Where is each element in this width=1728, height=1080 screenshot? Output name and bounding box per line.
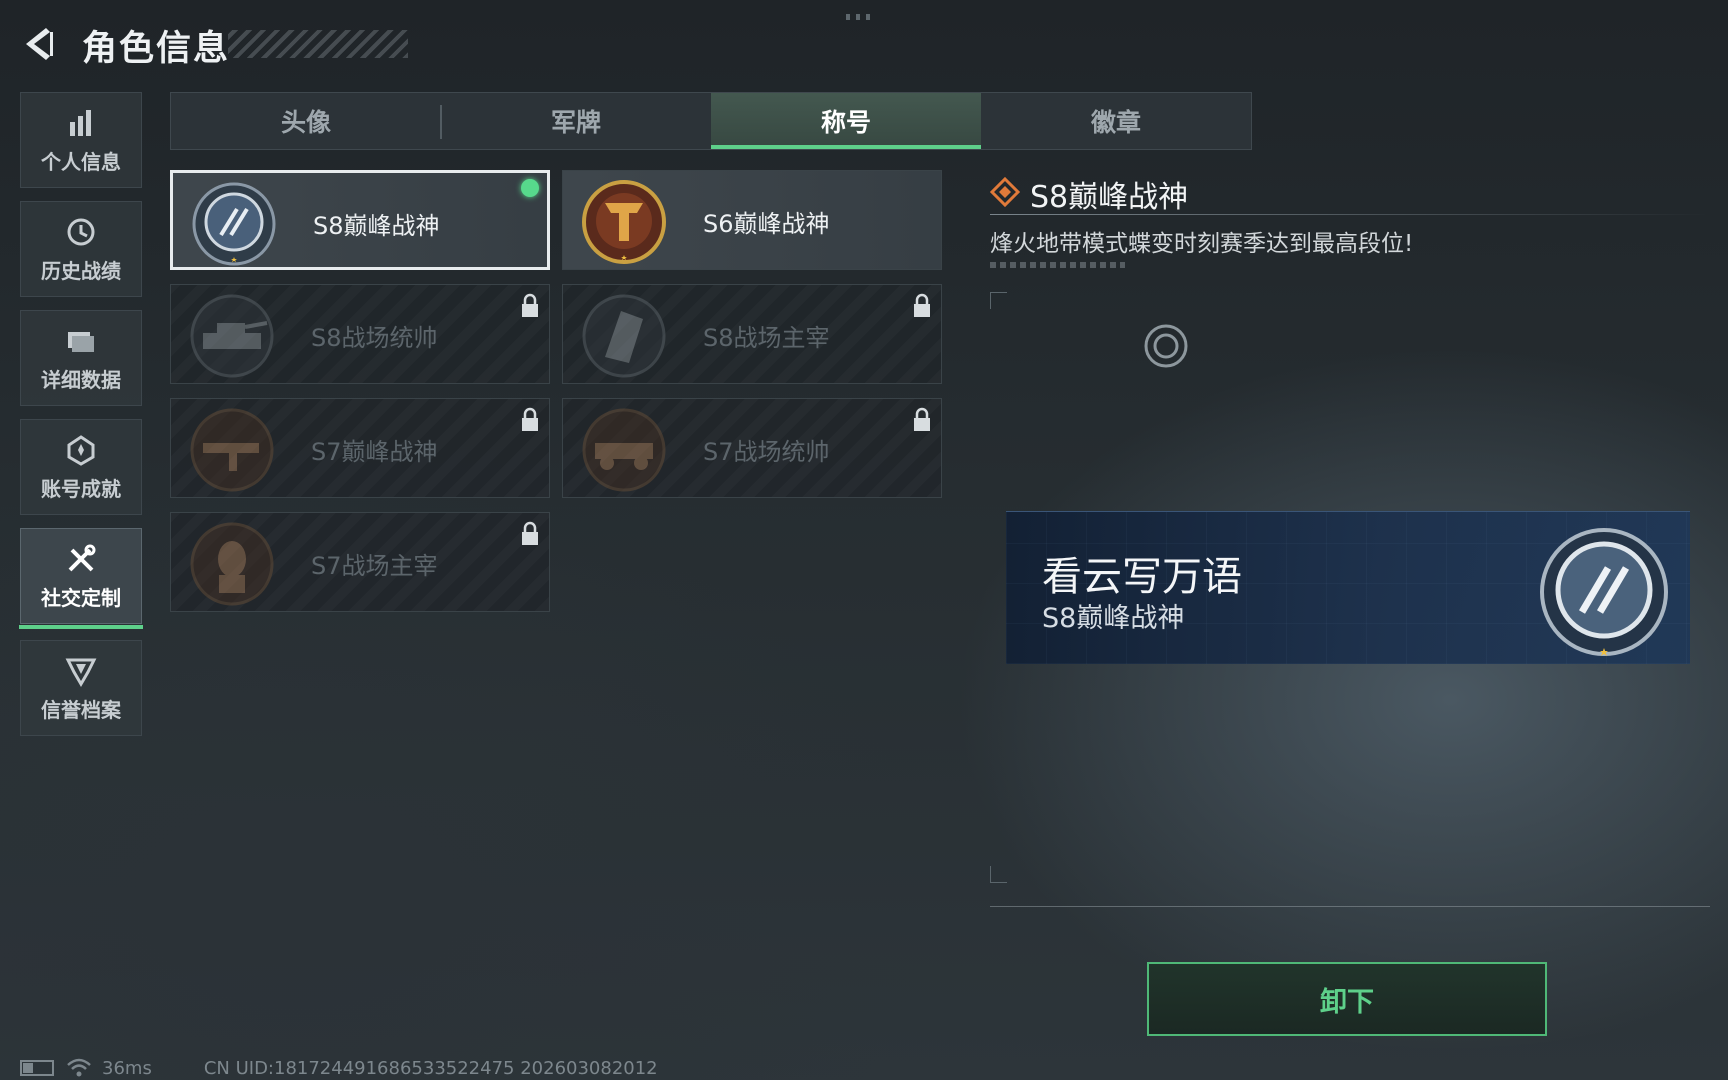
nav-item-credit-file[interactable]: 信誉档案	[20, 640, 142, 736]
bar-chart-icon	[70, 109, 91, 136]
folder-icon	[68, 331, 94, 352]
panel-divider	[990, 906, 1710, 907]
title-card[interactable]: S8巅峰战神	[170, 170, 550, 270]
building-badge-icon	[582, 294, 666, 378]
frame-corner	[990, 866, 1007, 883]
title-name: S8战场主宰	[703, 324, 830, 352]
nav-label: 信誉档案	[41, 697, 121, 722]
detail-divider	[990, 214, 1710, 215]
header-decoration	[228, 30, 408, 58]
soldier-badge-icon	[190, 522, 274, 606]
title-card[interactable]: S6巅峰战神	[562, 170, 942, 270]
title-name: S8巅峰战神	[313, 212, 440, 240]
page-title: 角色信息	[82, 29, 231, 69]
lock-icon	[522, 521, 538, 545]
nav-item-history[interactable]: 历史战绩	[20, 201, 142, 297]
title-card[interactable]: S7巅峰战神	[170, 398, 550, 498]
s8-peak-badge-icon	[1540, 528, 1668, 656]
nav-label: 历史战绩	[41, 258, 121, 283]
battery-icon	[20, 1060, 54, 1076]
frame-corner	[990, 292, 1007, 309]
history-clock-icon	[67, 218, 95, 245]
title-name: S6巅峰战神	[703, 210, 830, 238]
top-dots-decoration	[846, 14, 876, 20]
medal-icon	[67, 434, 95, 466]
nav-item-personal-info[interactable]: 个人信息	[20, 92, 142, 188]
shield-emblem-icon	[65, 658, 97, 687]
title-name: S7战场主宰	[311, 552, 438, 580]
tab-title[interactable]: 称号	[711, 93, 981, 149]
nav-label: 个人信息	[41, 149, 121, 174]
tab-badge[interactable]: 徽章	[981, 93, 1251, 149]
nav-label: 社交定制	[41, 585, 121, 610]
lock-icon	[914, 407, 930, 431]
target-icon	[1144, 324, 1188, 368]
nav-label: 账号成就	[41, 476, 121, 501]
nav-item-detailed-data[interactable]: 详细数据	[20, 310, 142, 406]
preview-title: S8巅峰战神	[1042, 603, 1185, 634]
title-card[interactable]: S8战场主宰	[562, 284, 942, 384]
vehicle-badge-icon	[582, 408, 666, 492]
nav-label: 详细数据	[41, 367, 121, 392]
status-bar: 36ms CN UID:18172449168653352247​5 20260…	[20, 1056, 658, 1080]
lock-icon	[522, 407, 538, 431]
nav-item-achievements[interactable]: 账号成就	[20, 419, 142, 515]
title-preview-banner: 看云写万语 S8巅峰战神	[1006, 511, 1690, 664]
title-card[interactable]: S7战场统帅	[562, 398, 942, 498]
tank-badge-icon	[190, 294, 274, 378]
ping-readout: 36ms	[102, 1057, 152, 1079]
title-card[interactable]: S7战场主宰	[170, 512, 550, 612]
lock-icon	[914, 293, 930, 317]
detail-decoration	[990, 262, 1125, 268]
category-tabs: 头像 军牌 称号 徽章	[170, 92, 1252, 150]
equipped-indicator	[521, 179, 539, 197]
title-card[interactable]: S8战场统帅	[170, 284, 550, 384]
wifi-icon	[67, 1058, 91, 1077]
s8-peak-badge-icon	[192, 182, 276, 266]
title-name: S7战场统帅	[703, 438, 830, 466]
detail-title: S8巅峰战神	[1030, 180, 1189, 215]
nav-item-social-custom[interactable]: 社交定制	[19, 528, 143, 629]
detail-description: 烽火地带模式蝶变时刻赛季达到最高段位!	[990, 231, 1414, 257]
title-name: S8战场统帅	[311, 324, 438, 352]
tab-avatar[interactable]: 头像	[171, 93, 441, 149]
gun-badge-icon	[190, 408, 274, 492]
s6-peak-badge-icon	[582, 180, 666, 264]
tools-icon	[68, 544, 96, 571]
unequip-button[interactable]: 卸下	[1147, 962, 1547, 1036]
uid-readout: CN UID:18172449168653352247​5 2026030820…	[203, 1057, 658, 1079]
tab-dog-tag[interactable]: 军牌	[441, 93, 711, 149]
lock-icon	[522, 293, 538, 317]
title-diamond-icon	[990, 177, 1020, 207]
back-arrow-icon[interactable]	[20, 26, 60, 62]
title-name: S7巅峰战神	[311, 438, 438, 466]
player-name: 看云写万语	[1042, 554, 1242, 600]
